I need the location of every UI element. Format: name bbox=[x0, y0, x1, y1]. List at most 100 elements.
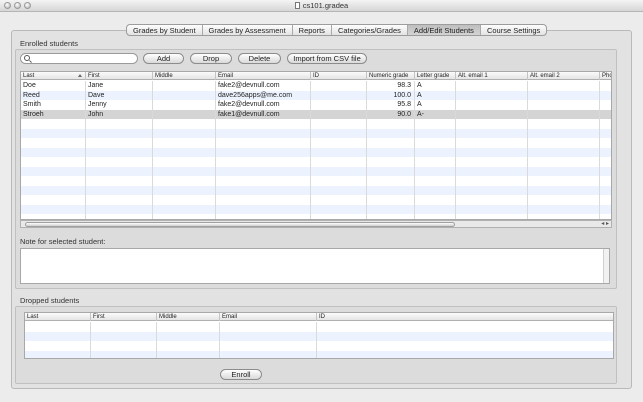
table-cell bbox=[415, 176, 456, 186]
dropped-students-table[interactable]: Last First Middle Email ID bbox=[24, 312, 614, 359]
table-cell: Dave bbox=[86, 90, 153, 100]
table-cell bbox=[21, 166, 86, 176]
enrolled-students-table[interactable]: Last First Middle Email ID Numeric grade… bbox=[20, 71, 612, 220]
table-row[interactable] bbox=[21, 157, 611, 167]
column-header-alt-email-2[interactable]: Alt. email 2 bbox=[528, 72, 600, 80]
table-row[interactable]: Smith Jenny fake2@devnull.com 95.8 A bbox=[21, 100, 611, 110]
table-cell: A bbox=[415, 100, 456, 110]
table-cell bbox=[216, 166, 311, 176]
table-cell bbox=[21, 128, 86, 138]
column-header-last[interactable]: Last bbox=[21, 72, 86, 80]
table-cell bbox=[86, 176, 153, 186]
table-row[interactable] bbox=[25, 350, 613, 358]
table-header: Last First Middle Email ID Numeric grade… bbox=[21, 72, 611, 80]
table-cell bbox=[528, 147, 600, 157]
tab-add-edit-students[interactable]: Add/Edit Students bbox=[407, 25, 481, 35]
dropped-column-header-last[interactable]: Last bbox=[25, 313, 91, 321]
scroll-arrows-icon[interactable]: ◂ ▸ bbox=[601, 221, 609, 227]
horizontal-scrollbar[interactable]: ◂ ▸ bbox=[20, 220, 612, 228]
enroll-button[interactable]: Enroll bbox=[220, 369, 262, 380]
table-cell bbox=[600, 167, 611, 177]
search-field[interactable] bbox=[20, 53, 138, 64]
table-cell bbox=[216, 157, 311, 167]
table-cell bbox=[600, 176, 611, 186]
import-csv-button[interactable]: Import from CSV file bbox=[287, 53, 367, 64]
dropped-column-header-middle[interactable]: Middle bbox=[157, 313, 220, 321]
table-cell bbox=[153, 81, 216, 91]
table-cell bbox=[216, 176, 311, 186]
table-row[interactable] bbox=[21, 138, 611, 148]
table-cell: A bbox=[415, 81, 456, 91]
table-cell bbox=[91, 322, 157, 332]
table-cell: fake1@devnull.com bbox=[216, 109, 311, 119]
column-header-id[interactable]: ID bbox=[311, 72, 367, 80]
table-cell bbox=[220, 322, 317, 332]
dropped-column-header-email[interactable]: Email bbox=[220, 313, 317, 321]
table-row[interactable] bbox=[21, 176, 611, 186]
table-row[interactable] bbox=[21, 195, 611, 205]
column-header-middle[interactable]: Middle bbox=[153, 72, 216, 80]
table-cell: Jane bbox=[86, 81, 153, 91]
table-row[interactable] bbox=[21, 204, 611, 214]
table-cell bbox=[456, 138, 528, 148]
table-row[interactable]: Doe Jane fake2@devnull.com 98.3 A bbox=[21, 81, 611, 91]
table-cell bbox=[153, 119, 216, 129]
tab-categories-grades[interactable]: Categories/Grades bbox=[332, 25, 408, 35]
note-scrollbar[interactable] bbox=[603, 249, 609, 283]
dropped-column-header-first[interactable]: First bbox=[91, 313, 157, 321]
table-row[interactable] bbox=[21, 119, 611, 129]
table-cell bbox=[456, 166, 528, 176]
table-cell bbox=[153, 138, 216, 148]
table-row[interactable] bbox=[21, 166, 611, 177]
table-row[interactable] bbox=[25, 322, 613, 332]
add-button[interactable]: Add bbox=[143, 53, 184, 64]
table-cell bbox=[311, 100, 367, 110]
table-cell bbox=[600, 81, 611, 91]
table-cell bbox=[86, 157, 153, 167]
scroll-thumb[interactable] bbox=[25, 222, 455, 227]
table-row[interactable]: Stroeh John fake1@devnull.com 90.0 A- bbox=[21, 109, 611, 119]
table-cell bbox=[415, 128, 456, 138]
table-cell bbox=[91, 341, 157, 351]
table-cell bbox=[311, 204, 367, 214]
table-row[interactable] bbox=[21, 128, 611, 138]
table-cell bbox=[311, 138, 367, 148]
table-row[interactable]: Reed Dave dave256apps@me.com 100.0 A bbox=[21, 90, 611, 100]
table-row[interactable] bbox=[25, 331, 613, 342]
dropped-column-header-id[interactable]: ID bbox=[317, 313, 613, 321]
table-cell bbox=[456, 100, 528, 110]
table-cell bbox=[415, 147, 456, 157]
table-cell bbox=[216, 119, 311, 129]
delete-button[interactable]: Delete bbox=[238, 53, 281, 64]
window-title: cs101.gradea bbox=[0, 1, 643, 10]
table-cell bbox=[317, 332, 613, 342]
table-cell bbox=[153, 185, 216, 195]
table-row[interactable] bbox=[21, 185, 611, 195]
table-cell bbox=[21, 119, 86, 129]
table-cell: Reed bbox=[21, 90, 86, 100]
window-title-text: cs101.gradea bbox=[302, 1, 349, 10]
tab-grades-by-student[interactable]: Grades by Student bbox=[127, 25, 203, 35]
column-header-first[interactable]: First bbox=[86, 72, 153, 80]
column-header-alt-email-1[interactable]: Alt. email 1 bbox=[456, 72, 528, 80]
table-row[interactable] bbox=[25, 341, 613, 351]
table-cell bbox=[528, 157, 600, 167]
table-cell bbox=[25, 350, 91, 358]
table-cell bbox=[216, 138, 311, 148]
search-input[interactable] bbox=[33, 54, 133, 63]
table-row[interactable] bbox=[21, 147, 611, 157]
tab-grades-by-assessment[interactable]: Grades by Assessment bbox=[203, 25, 293, 35]
column-header-email[interactable]: Email bbox=[216, 72, 311, 80]
column-header-phone[interactable]: Pho bbox=[600, 72, 611, 80]
column-header-numeric-grade[interactable]: Numeric grade bbox=[367, 72, 415, 80]
table-cell bbox=[415, 185, 456, 195]
drop-button[interactable]: Drop bbox=[190, 53, 232, 64]
dropped-table-header: Last First Middle Email ID bbox=[25, 313, 613, 321]
table-cell bbox=[528, 109, 600, 119]
tab-reports[interactable]: Reports bbox=[293, 25, 332, 35]
tab-course-settings[interactable]: Course Settings bbox=[481, 25, 546, 35]
column-header-letter-grade[interactable]: Letter grade bbox=[415, 72, 456, 80]
student-note-textarea[interactable] bbox=[20, 248, 610, 284]
table-cell bbox=[153, 166, 216, 176]
table-cell bbox=[86, 204, 153, 214]
